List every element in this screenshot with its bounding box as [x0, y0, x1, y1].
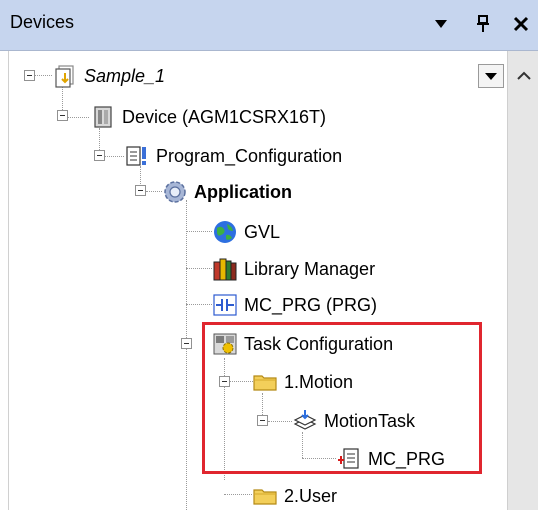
tree-node-label: GVL — [244, 221, 281, 242]
highlight-box — [202, 322, 482, 474]
pin-icon[interactable] — [470, 10, 496, 38]
tree-node-label: Application — [194, 181, 292, 202]
tree-dropdown-button[interactable] — [478, 64, 504, 88]
globe-icon — [212, 219, 238, 245]
tree-node-sample[interactable]: Sample_1 — [52, 58, 165, 94]
tree-node-device[interactable]: Device (AGM1CSRX16T) — [90, 99, 326, 135]
panel-title: Devices — [10, 12, 75, 32]
ladder-program-icon — [212, 292, 238, 318]
tree-node-application[interactable]: Application — [162, 174, 292, 210]
tree-node-user-folder[interactable]: 2.User — [252, 478, 337, 514]
dropdown-arrow-icon[interactable] — [428, 10, 454, 38]
collapse-toggle-sample[interactable] — [24, 70, 35, 81]
tree-node-label: Device (AGM1CSRX16T) — [122, 106, 327, 127]
panel-header: Devices — [0, 0, 538, 51]
program-config-icon — [124, 143, 150, 169]
collapse-toggle-program-configuration[interactable] — [94, 150, 105, 161]
library-books-icon — [212, 256, 238, 282]
tree-node-gvl[interactable]: GVL — [212, 214, 280, 250]
tree-node-label: 2.User — [284, 485, 338, 506]
tree-node-mc-prg[interactable]: MC_PRG (PRG) — [212, 287, 377, 323]
chevron-down-icon — [485, 73, 497, 80]
scroll-up-icon[interactable] — [514, 67, 534, 85]
tree-node-label: Sample_1 — [84, 65, 166, 86]
tree-node-library-manager[interactable]: Library Manager — [212, 251, 375, 287]
vertical-scrollbar[interactable] — [507, 51, 538, 510]
folder-icon — [252, 483, 278, 509]
application-gear-icon — [162, 179, 188, 205]
tree-node-label: MC_PRG (PRG) — [244, 294, 378, 315]
tree-node-label: Library Manager — [244, 258, 376, 279]
collapse-toggle-task-configuration[interactable] — [181, 338, 192, 349]
tree-node-label: Program_Configuration — [156, 145, 343, 166]
collapse-toggle-application[interactable] — [135, 185, 146, 196]
project-icon — [52, 63, 78, 89]
plc-device-icon — [90, 104, 116, 130]
collapse-toggle-device[interactable] — [57, 110, 68, 121]
tree-node-program-configuration[interactable]: Program_Configuration — [124, 138, 342, 174]
close-icon[interactable] — [508, 10, 534, 38]
